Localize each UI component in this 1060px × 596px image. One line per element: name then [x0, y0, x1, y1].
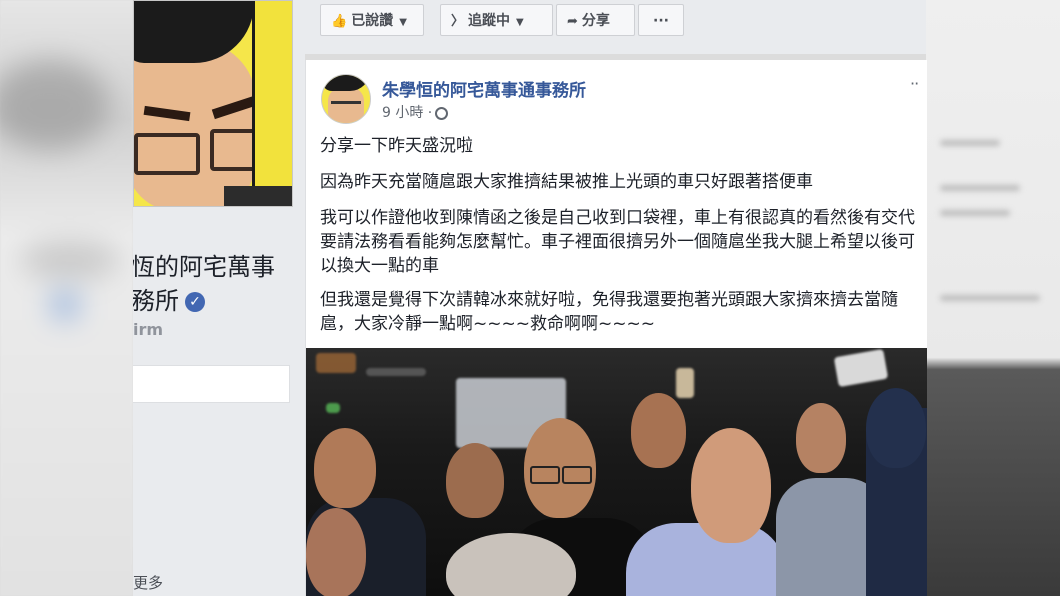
page-name[interactable]: 恆的阿宅萬事 務所 ✓: [133, 250, 275, 318]
post-author-name[interactable]: 朱學恒的阿宅萬事通事務所: [382, 76, 586, 101]
share-button[interactable]: ➦ 分享: [556, 4, 635, 36]
following-button[interactable]: 〉追蹤中 ▼: [440, 4, 553, 36]
share-arrow-icon: ➦: [567, 14, 578, 29]
chevron-down-icon: ▼: [399, 17, 407, 28]
post-author-avatar[interactable]: [321, 74, 371, 124]
page-profile-picture[interactable]: [133, 0, 293, 207]
post-text-paragraph: 分享一下昨天盛況啦: [320, 136, 473, 156]
post-timestamp[interactable]: 9 小時 ·: [382, 102, 449, 122]
thumbs-up-icon: 👍: [331, 14, 348, 29]
globe-icon: [435, 106, 449, 120]
page-action-bar: 👍 已說讚 ▼ 〉追蹤中 ▼ ➦ 分享 ···: [305, 0, 926, 54]
chevron-down-icon: ▼: [516, 17, 524, 28]
blurred-background-right: [926, 0, 1060, 596]
page-search-input[interactable]: [133, 365, 290, 403]
post-photo[interactable]: [306, 348, 927, 596]
page-sidebar: 恆的阿宅萬事 務所 ✓ irm 更多: [133, 0, 305, 596]
liked-button[interactable]: 👍 已說讚 ▼: [320, 4, 424, 36]
verified-check-icon: ✓: [185, 292, 205, 312]
more-link[interactable]: 更多: [133, 572, 163, 593]
page-name-line1: 恆的阿宅萬事: [133, 253, 275, 281]
post-text-paragraph: 因為昨天充當隨扈跟大家推擠結果被推上光頭的車只好跟著搭便車: [320, 172, 813, 192]
more-options-button[interactable]: ···: [638, 4, 684, 36]
post-text-paragraph: 但我還是覺得下次請韓冰來就好啦，免得我還要抱著光頭跟大家擠來擠去當隨扈，大家冷靜…: [320, 290, 898, 334]
page-category: irm: [133, 320, 164, 339]
post-options-button[interactable]: ··: [910, 74, 919, 93]
page-name-line2: 務所: [133, 287, 179, 315]
blurred-background-left: [0, 0, 133, 596]
rss-icon: 〉: [451, 14, 465, 29]
post-text-paragraph: 我可以作證他收到陳情函之後是自己收到口袋裡，車上有很認真的看然後有交代要請法務看…: [320, 208, 915, 276]
post-card: 朱學恒的阿宅萬事通事務所 9 小時 · ·· 分享一下昨天盛況啦 因為昨天充當隨…: [305, 60, 927, 596]
